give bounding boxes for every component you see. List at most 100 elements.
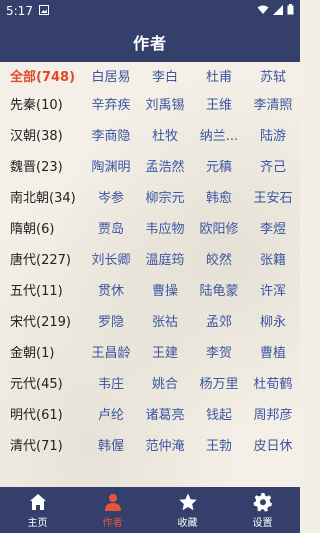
author-group: 韦庄 姚合 杨万里 杜荀鹤	[84, 373, 300, 392]
author-link[interactable]: 孟浩然	[138, 156, 192, 175]
author-group: 刘长卿 温庭筠 皎然 张籍	[84, 249, 300, 268]
app-bar: 作者	[0, 22, 300, 62]
author-link[interactable]: 王昌龄	[84, 342, 138, 361]
author-group: 贯休 曹操 陆龟蒙 许浑	[84, 280, 300, 299]
author-group: 辛弃疾 刘禹锡 王维 李清照	[84, 94, 300, 113]
author-link[interactable]: 李清照	[246, 94, 300, 113]
author-link[interactable]: 岑参	[84, 187, 138, 206]
author-link[interactable]: 皮日休	[246, 435, 300, 454]
author-group: 陶渊明 孟浩然 元稹 齐己	[84, 156, 300, 175]
author-link[interactable]: 曹操	[138, 280, 192, 299]
author-link[interactable]: 柳宗元	[138, 187, 192, 206]
author-link[interactable]: 李贺	[192, 342, 246, 361]
author-group: 岑参 柳宗元 韩愈 王安石	[84, 187, 300, 206]
battery-icon	[287, 4, 294, 18]
dynasty-filter[interactable]: 清代(71)	[0, 435, 84, 454]
author-link[interactable]: 苏轼	[246, 66, 300, 85]
author-link[interactable]: 欧阳修	[192, 218, 246, 237]
dynasty-filter[interactable]: 南北朝(34)	[0, 187, 84, 206]
author-link[interactable]: 辛弃疾	[84, 94, 138, 113]
nav-settings[interactable]: 设置	[225, 487, 300, 533]
author-link[interactable]: 姚合	[138, 373, 192, 392]
author-group: 韩偓 范仲淹 王勃 皮日休	[84, 435, 300, 454]
author-link[interactable]: 刘禹锡	[138, 94, 192, 113]
author-link[interactable]: 温庭筠	[138, 249, 192, 268]
author-group: 白居易 李白 杜甫 苏轼	[84, 66, 300, 85]
nav-home-label: 主页	[27, 517, 48, 529]
author-group: 卢纶 诸葛亮 钱起 周邦彦	[84, 404, 300, 423]
author-link[interactable]: 许浑	[246, 280, 300, 299]
home-icon	[29, 493, 46, 510]
dynasty-filter[interactable]: 宋代(219)	[0, 311, 84, 330]
author-link[interactable]: 皎然	[192, 249, 246, 268]
dynasty-row: 宋代(219) 罗隐 张祜 孟郊 柳永	[0, 305, 300, 336]
gear-icon	[253, 492, 272, 512]
dynasty-filter[interactable]: 明代(61)	[0, 404, 84, 423]
dynasty-row: 魏晋(23) 陶渊明 孟浩然 元稹 齐己	[0, 150, 300, 181]
author-link[interactable]: 元稹	[192, 156, 246, 175]
author-link[interactable]: 贯休	[84, 280, 138, 299]
author-link[interactable]: 罗隐	[84, 311, 138, 330]
nav-authors[interactable]: 作者	[75, 487, 150, 533]
author-link[interactable]: 陆龟蒙	[192, 280, 246, 299]
author-link[interactable]: 王建	[138, 342, 192, 361]
author-link[interactable]: 刘长卿	[84, 249, 138, 268]
dynasty-row: 南北朝(34) 岑参 柳宗元 韩愈 王安石	[0, 181, 300, 212]
author-link[interactable]: 齐己	[246, 156, 300, 175]
author-link[interactable]: 陆游	[246, 125, 300, 144]
dynasty-filter[interactable]: 隋朝(6)	[0, 218, 84, 237]
author-link[interactable]: 卢纶	[84, 404, 138, 423]
dynasty-filter[interactable]: 金朝(1)	[0, 342, 84, 361]
author-link[interactable]: 杨万里	[192, 373, 246, 392]
author-link[interactable]: 周邦彦	[246, 404, 300, 423]
author-group: 李商隐 杜牧 纳兰... 陆游	[84, 125, 300, 144]
author-link[interactable]: 韩愈	[192, 187, 246, 206]
dynasty-filter[interactable]: 汉朝(38)	[0, 125, 84, 144]
author-link[interactable]: 李商隐	[84, 125, 138, 144]
author-link[interactable]: 杜荀鹤	[246, 373, 300, 392]
author-group: 王昌龄 王建 李贺 曹植	[84, 342, 300, 361]
dynasty-filter[interactable]: 唐代(227)	[0, 249, 84, 268]
author-link[interactable]: 柳永	[246, 311, 300, 330]
author-link[interactable]: 韩偓	[84, 435, 138, 454]
dynasty-filter[interactable]: 五代(11)	[0, 280, 84, 299]
author-link[interactable]: 李煜	[246, 218, 300, 237]
author-link[interactable]: 孟郊	[192, 311, 246, 330]
dynasty-filter[interactable]: 元代(45)	[0, 373, 84, 392]
nav-favorites[interactable]: 收藏	[150, 487, 225, 533]
author-link[interactable]: 杜牧	[138, 125, 192, 144]
author-link[interactable]: 韦应物	[138, 218, 192, 237]
wifi-icon	[257, 4, 269, 18]
author-link[interactable]: 韦庄	[84, 373, 138, 392]
author-link[interactable]: 王维	[192, 94, 246, 113]
author-link[interactable]: 白居易	[84, 66, 138, 85]
dynasty-row: 五代(11) 贯休 曹操 陆龟蒙 许浑	[0, 274, 300, 305]
author-link[interactable]: 王勃	[192, 435, 246, 454]
author-link[interactable]: 贾岛	[84, 218, 138, 237]
author-link[interactable]: 张籍	[246, 249, 300, 268]
author-group: 贾岛 韦应物 欧阳修 李煜	[84, 218, 300, 237]
author-group: 罗隐 张祜 孟郊 柳永	[84, 311, 300, 330]
status-left: 5:17	[6, 4, 49, 18]
dynasty-filter[interactable]: 全部(748)	[0, 66, 84, 85]
author-link[interactable]: 陶渊明	[84, 156, 138, 175]
author-link[interactable]: 诸葛亮	[138, 404, 192, 423]
dynasty-row: 先秦(10) 辛弃疾 刘禹锡 王维 李清照	[0, 88, 300, 119]
dynasty-row: 全部(748) 白居易 李白 杜甫 苏轼	[0, 62, 300, 88]
author-link[interactable]: 张祜	[138, 311, 192, 330]
dynasty-filter[interactable]: 先秦(10)	[0, 94, 84, 113]
author-link[interactable]: 杜甫	[192, 66, 246, 85]
dynasty-row: 唐代(227) 刘长卿 温庭筠 皎然 张籍	[0, 243, 300, 274]
dynasty-row: 元代(45) 韦庄 姚合 杨万里 杜荀鹤	[0, 367, 300, 398]
author-link[interactable]: 王安石	[246, 187, 300, 206]
dynasty-row: 明代(61) 卢纶 诸葛亮 钱起 周邦彦	[0, 398, 300, 429]
status-right	[257, 4, 294, 18]
author-link[interactable]: 钱起	[192, 404, 246, 423]
author-link[interactable]: 纳兰...	[192, 125, 246, 144]
nav-home[interactable]: 主页	[0, 487, 75, 533]
dynasty-filter[interactable]: 魏晋(23)	[0, 156, 84, 175]
dynasty-row: 金朝(1) 王昌龄 王建 李贺 曹植	[0, 336, 300, 367]
author-link[interactable]: 曹植	[246, 342, 300, 361]
author-link[interactable]: 范仲淹	[138, 435, 192, 454]
author-link[interactable]: 李白	[138, 66, 192, 85]
